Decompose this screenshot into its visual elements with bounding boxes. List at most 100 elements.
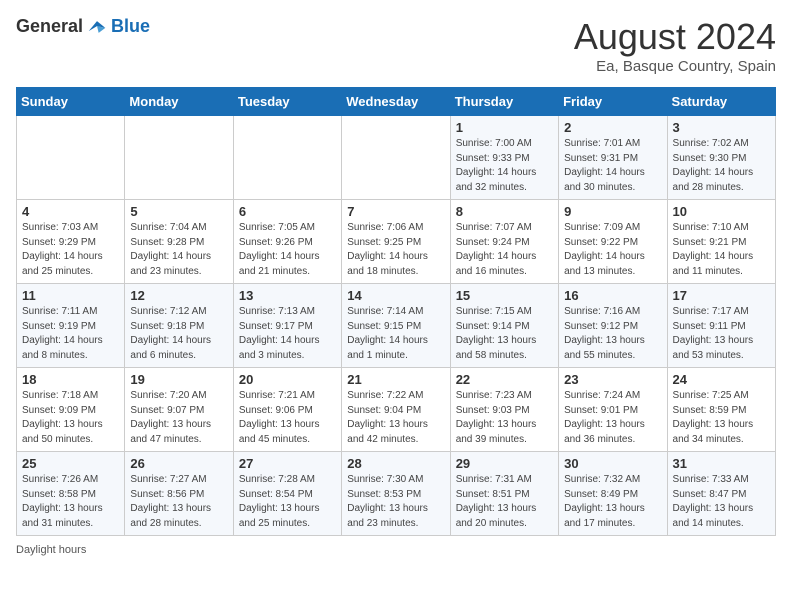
day-number: 4	[22, 204, 119, 219]
calendar-cell: 14 Sunrise: 7:14 AMSunset: 9:15 PMDayligh…	[342, 284, 450, 368]
calendar-cell	[125, 116, 233, 200]
day-info: Sunrise: 7:16 AMSunset: 9:12 PMDaylight:…	[564, 305, 661, 363]
day-number: 9	[564, 204, 661, 219]
calendar-cell: 28Sunrise: 7:30 AMSunset: 8:53 PMDayligh…	[342, 452, 450, 536]
logo: General Blue	[16, 16, 150, 37]
calendar-cell: 18 Sunrise: 7:18 AMSunset: 9:09 PMDayligh…	[17, 368, 125, 452]
day-info: Sunrise: 7:20 AMSunset: 9:07 PMDaylight:…	[130, 389, 227, 447]
calendar-cell: 3 Sunrise: 7:02 AMSunset: 9:30 PMDaylight…	[667, 116, 775, 200]
weekday-header-saturday: Saturday	[667, 88, 775, 116]
day-number: 19	[130, 372, 227, 387]
day-info: Sunrise: 7:04 AMSunset: 9:28 PMDaylight:…	[130, 221, 227, 279]
logo-bird-icon	[87, 17, 107, 37]
day-info: Sunrise: 7:09 AMSunset: 9:22 PMDaylight:…	[564, 221, 661, 279]
calendar-week-row: 4 Sunrise: 7:03 AMSunset: 9:29 PMDaylight…	[17, 200, 776, 284]
weekday-header-friday: Friday	[559, 88, 667, 116]
calendar-cell: 6 Sunrise: 7:05 AMSunset: 9:26 PMDaylight…	[233, 200, 341, 284]
day-number: 1	[456, 120, 553, 135]
calendar-cell: 24 Sunrise: 7:25 AMSunset: 8:59 PMDayligh…	[667, 368, 775, 452]
calendar-cell: 20Sunrise: 7:21 AMSunset: 9:06 PMDayligh…	[233, 368, 341, 452]
day-number: 2	[564, 120, 661, 135]
day-number: 25	[22, 456, 119, 471]
day-number: 6	[239, 204, 336, 219]
calendar-cell: 17 Sunrise: 7:17 AMSunset: 9:11 PMDayligh…	[667, 284, 775, 368]
calendar-cell: 2 Sunrise: 7:01 AMSunset: 9:31 PMDaylight…	[559, 116, 667, 200]
calendar-table: SundayMondayTuesdayWednesdayThursdayFrid…	[16, 87, 776, 536]
logo-blue: Blue	[111, 16, 150, 37]
day-info: Sunrise: 7:27 AMSunset: 8:56 PMDaylight:…	[130, 473, 227, 531]
day-number: 30	[564, 456, 661, 471]
logo-general: General	[16, 16, 83, 37]
calendar-week-row: 25Sunrise: 7:26 AMSunset: 8:58 PMDayligh…	[17, 452, 776, 536]
weekday-header-sunday: Sunday	[17, 88, 125, 116]
day-info: Sunrise: 7:13 AMSunset: 9:17 PMDaylight:…	[239, 305, 336, 363]
calendar-cell: 21 Sunrise: 7:22 AMSunset: 9:04 PMDayligh…	[342, 368, 450, 452]
calendar-cell	[17, 116, 125, 200]
calendar-cell: 29Sunrise: 7:31 AMSunset: 8:51 PMDayligh…	[450, 452, 558, 536]
calendar-cell: 27 Sunrise: 7:28 AMSunset: 8:54 PMDayligh…	[233, 452, 341, 536]
day-info: Sunrise: 7:17 AMSunset: 9:11 PMDaylight:…	[673, 305, 770, 363]
weekday-header-thursday: Thursday	[450, 88, 558, 116]
day-info: Sunrise: 7:32 AMSunset: 8:49 PMDaylight:…	[564, 473, 661, 531]
day-info: Sunrise: 7:06 AMSunset: 9:25 PMDaylight:…	[347, 221, 444, 279]
calendar-cell: 10 Sunrise: 7:10 AMSunset: 9:21 PMDayligh…	[667, 200, 775, 284]
weekday-header-wednesday: Wednesday	[342, 88, 450, 116]
day-info: Sunrise: 7:33 AMSunset: 8:47 PMDaylight:…	[673, 473, 770, 531]
calendar-week-row: 11Sunrise: 7:11 AMSunset: 9:19 PMDayligh…	[17, 284, 776, 368]
day-number: 31	[673, 456, 770, 471]
calendar-cell: 9 Sunrise: 7:09 AMSunset: 9:22 PMDaylight…	[559, 200, 667, 284]
day-number: 13	[239, 288, 336, 303]
day-number: 26	[130, 456, 227, 471]
calendar-cell: 1Sunrise: 7:00 AMSunset: 9:33 PMDaylight…	[450, 116, 558, 200]
calendar-cell	[233, 116, 341, 200]
day-number: 23	[564, 372, 661, 387]
day-number: 17	[673, 288, 770, 303]
calendar-cell	[342, 116, 450, 200]
day-info: Sunrise: 7:10 AMSunset: 9:21 PMDaylight:…	[673, 221, 770, 279]
day-number: 20	[239, 372, 336, 387]
day-info: Sunrise: 7:18 AMSunset: 9:09 PMDaylight:…	[22, 389, 119, 447]
day-info: Sunrise: 7:25 AMSunset: 8:59 PMDaylight:…	[673, 389, 770, 447]
day-number: 21	[347, 372, 444, 387]
day-info: Sunrise: 7:01 AMSunset: 9:31 PMDaylight:…	[564, 137, 661, 195]
calendar-week-row: 1Sunrise: 7:00 AMSunset: 9:33 PMDaylight…	[17, 116, 776, 200]
day-number: 18	[22, 372, 119, 387]
day-info: Sunrise: 7:28 AMSunset: 8:54 PMDaylight:…	[239, 473, 336, 531]
calendar-week-row: 18 Sunrise: 7:18 AMSunset: 9:09 PMDayligh…	[17, 368, 776, 452]
day-number: 15	[456, 288, 553, 303]
day-info: Sunrise: 7:03 AMSunset: 9:29 PMDaylight:…	[22, 221, 119, 279]
day-info: Sunrise: 7:15 AMSunset: 9:14 PMDaylight:…	[456, 305, 553, 363]
calendar-cell: 25Sunrise: 7:26 AMSunset: 8:58 PMDayligh…	[17, 452, 125, 536]
day-number: 5	[130, 204, 227, 219]
calendar-cell: 22Sunrise: 7:23 AMSunset: 9:03 PMDayligh…	[450, 368, 558, 452]
weekday-header-row: SundayMondayTuesdayWednesdayThursdayFrid…	[17, 88, 776, 116]
day-info: Sunrise: 7:11 AMSunset: 9:19 PMDaylight:…	[22, 305, 119, 363]
calendar-cell: 8Sunrise: 7:07 AMSunset: 9:24 PMDaylight…	[450, 200, 558, 284]
calendar-cell: 5 Sunrise: 7:04 AMSunset: 9:28 PMDaylight…	[125, 200, 233, 284]
daylight-label: Daylight hours	[16, 544, 86, 556]
day-info: Sunrise: 7:12 AMSunset: 9:18 PMDaylight:…	[130, 305, 227, 363]
day-number: 22	[456, 372, 553, 387]
day-info: Sunrise: 7:07 AMSunset: 9:24 PMDaylight:…	[456, 221, 553, 279]
day-info: Sunrise: 7:22 AMSunset: 9:04 PMDaylight:…	[347, 389, 444, 447]
day-number: 12	[130, 288, 227, 303]
day-number: 3	[673, 120, 770, 135]
day-number: 16	[564, 288, 661, 303]
calendar-cell: 15 Sunrise: 7:15 AMSunset: 9:14 PMDayligh…	[450, 284, 558, 368]
day-info: Sunrise: 7:14 AMSunset: 9:15 PMDaylight:…	[347, 305, 444, 363]
day-number: 7	[347, 204, 444, 219]
location-subtitle: Ea, Basque Country, Spain	[574, 58, 776, 75]
calendar-cell: 31 Sunrise: 7:33 AMSunset: 8:47 PMDayligh…	[667, 452, 775, 536]
weekday-header-monday: Monday	[125, 88, 233, 116]
calendar-cell: 13 Sunrise: 7:13 AMSunset: 9:17 PMDayligh…	[233, 284, 341, 368]
footer-note: Daylight hours	[16, 544, 776, 556]
day-number: 14	[347, 288, 444, 303]
day-number: 24	[673, 372, 770, 387]
day-number: 27	[239, 456, 336, 471]
day-number: 29	[456, 456, 553, 471]
day-info: Sunrise: 7:05 AMSunset: 9:26 PMDaylight:…	[239, 221, 336, 279]
calendar-cell: 7 Sunrise: 7:06 AMSunset: 9:25 PMDaylight…	[342, 200, 450, 284]
month-title: August 2024	[574, 16, 776, 58]
day-number: 10	[673, 204, 770, 219]
day-info: Sunrise: 7:02 AMSunset: 9:30 PMDaylight:…	[673, 137, 770, 195]
